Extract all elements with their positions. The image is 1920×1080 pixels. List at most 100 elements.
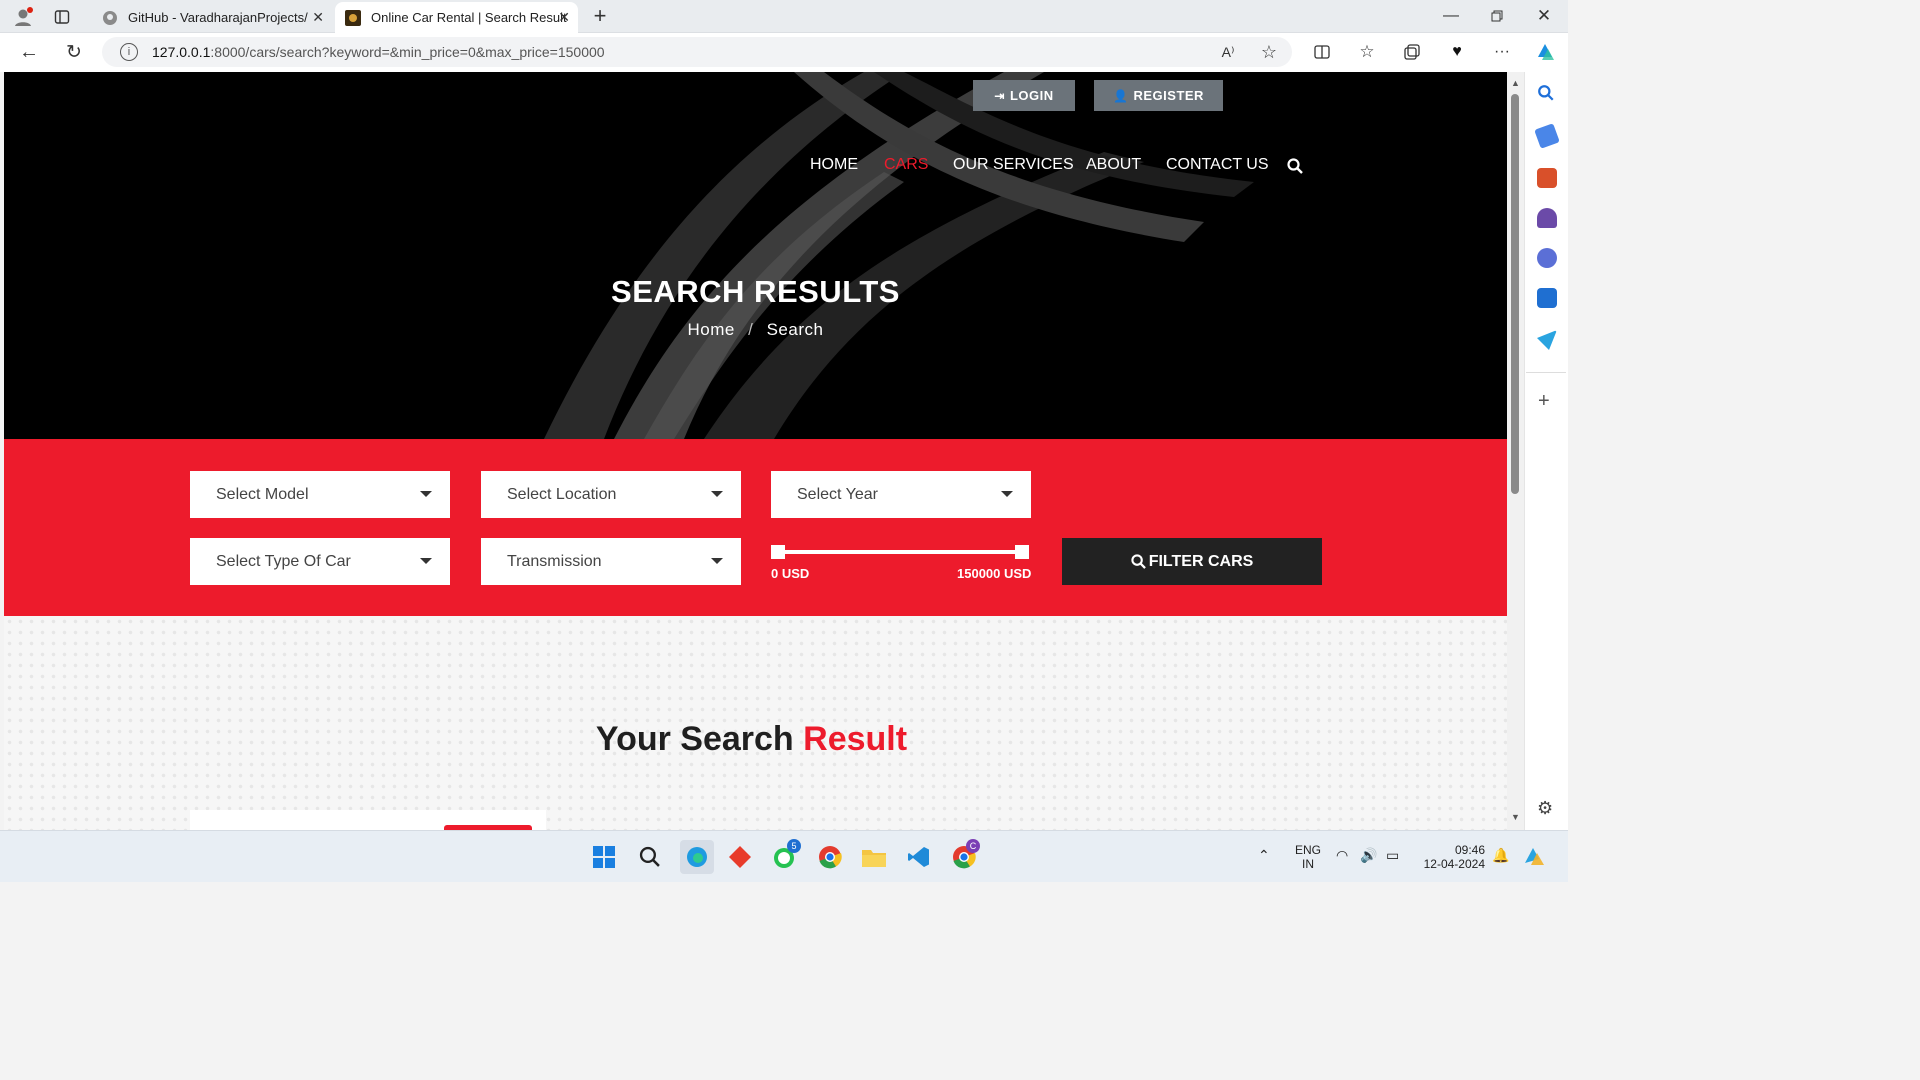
app-red-diamond-icon[interactable]	[726, 843, 754, 871]
chrome-profile-icon[interactable]: C	[950, 839, 980, 871]
price-max-label: 150000 USD	[957, 566, 1032, 581]
close-tab-icon[interactable]: ✕	[312, 9, 324, 26]
games-icon[interactable]	[1537, 208, 1557, 228]
search-icon[interactable]	[1287, 158, 1303, 179]
login-button[interactable]: ⇥ LOGIN	[973, 80, 1075, 111]
register-button[interactable]: 👤 REGISTER	[1094, 80, 1223, 111]
tab-actions-icon[interactable]	[50, 5, 74, 29]
select-location-dropdown[interactable]: Select Location	[481, 471, 741, 518]
copilot-taskbar-icon[interactable]	[1522, 845, 1546, 870]
nav-contact-us[interactable]: CONTACT US	[1166, 156, 1269, 174]
results-heading: Your Search Result	[0, 720, 1503, 759]
notifications-bell-icon[interactable]: 🔔	[1492, 847, 1509, 864]
nav-home[interactable]: HOME	[810, 156, 858, 174]
site-info-icon[interactable]: i	[120, 43, 138, 61]
caret-down-icon	[1001, 491, 1013, 497]
browser-sidebar: + ⚙	[1524, 72, 1568, 830]
back-icon[interactable]: ←	[16, 40, 42, 64]
register-label: REGISTER	[1133, 88, 1204, 103]
scrollbar-thumb[interactable]	[1511, 94, 1519, 494]
windows-taskbar: 5 C ⌃ ENG IN ◠ 🔊 ▭ 09:46 12-04-2024 🔔	[0, 830, 1568, 882]
filter-cars-button[interactable]: FILTER CARS	[1062, 538, 1322, 585]
send-icon[interactable]	[1537, 330, 1557, 350]
new-tab-icon[interactable]: +	[588, 3, 612, 28]
wifi-icon[interactable]: ◠	[1336, 847, 1348, 864]
chrome-profile-badge: C	[966, 839, 980, 853]
browser-essentials-icon[interactable]: ♥	[1445, 41, 1469, 63]
caret-down-icon	[711, 491, 723, 497]
favorites-icon[interactable]: ☆	[1355, 41, 1379, 63]
more-options-icon[interactable]: ···	[1490, 41, 1514, 63]
battery-icon[interactable]: ▭	[1386, 847, 1399, 864]
language-code: ENG	[1294, 843, 1321, 857]
outlook-icon[interactable]	[1537, 288, 1557, 308]
sign-in-icon: ⇥	[994, 88, 1005, 103]
split-screen-icon[interactable]	[1310, 41, 1334, 63]
close-window-icon[interactable]: ✕	[1531, 4, 1557, 28]
vscode-icon[interactable]	[905, 843, 933, 871]
select-car-type-value: Select Type Of Car	[216, 552, 351, 570]
scroll-down-icon[interactable]: ▼	[1511, 812, 1520, 822]
tab-github[interactable]: GitHub - VaradharajanProjects/N ✕	[92, 2, 332, 33]
tab-car-rental[interactable]: Online Car Rental | Search Result ✕	[335, 2, 578, 33]
url-field[interactable]: i 127.0.0.1:8000/cars/search?keyword=&mi…	[102, 37, 1292, 67]
language-region: IN	[1302, 857, 1314, 871]
breadcrumb-current: Search	[766, 320, 824, 339]
nav-cars[interactable]: CARS	[884, 156, 928, 174]
select-model-dropdown[interactable]: Select Model	[190, 471, 450, 518]
url-path: :8000/cars/search?keyword=&min_price=0&m…	[210, 44, 605, 60]
results-heading-part1: Your Search	[595, 720, 794, 758]
taskbar-search-icon[interactable]	[636, 843, 664, 871]
price-min-handle[interactable]	[771, 545, 785, 559]
profile-icon[interactable]	[10, 4, 36, 30]
page-scrollbar[interactable]: ▲ ▼	[1507, 72, 1524, 830]
breadcrumb-separator: /	[748, 320, 754, 339]
caret-down-icon	[711, 558, 723, 564]
price-range-slider[interactable]	[771, 550, 1023, 554]
hero-background-image	[544, 72, 1254, 439]
price-max-handle[interactable]	[1015, 545, 1029, 559]
whatsapp-icon[interactable]: 5	[771, 839, 801, 871]
clock[interactable]: 09:46 12-04-2024	[1415, 843, 1485, 871]
tab-title: GitHub - VaradharajanProjects/N	[128, 10, 308, 25]
volume-icon[interactable]: 🔊	[1360, 847, 1377, 864]
chrome-icon[interactable]	[816, 843, 844, 871]
shopping-tag-icon[interactable]	[1534, 123, 1560, 149]
hero-banner: ⇥ LOGIN 👤 REGISTER HOME CARS OUR SERVICES …	[4, 72, 1507, 439]
scroll-up-icon[interactable]: ▲	[1511, 78, 1520, 88]
tools-icon[interactable]	[1537, 168, 1557, 188]
file-explorer-icon[interactable]	[860, 843, 888, 871]
user-plus-icon: 👤	[1113, 88, 1129, 103]
settings-gear-icon[interactable]: ⚙	[1537, 798, 1553, 819]
select-year-dropdown[interactable]: Select Year	[771, 471, 1031, 518]
sidebar-divider	[1526, 372, 1566, 373]
refresh-icon[interactable]: ↻	[61, 40, 87, 64]
nav-about[interactable]: ABOUT	[1086, 156, 1141, 174]
whatsapp-badge: 5	[787, 839, 801, 853]
transmission-value: Transmission	[507, 552, 602, 570]
sidebar-search-icon[interactable]	[1537, 84, 1557, 104]
microsoft-365-icon[interactable]	[1537, 248, 1557, 268]
close-tab-icon[interactable]: ✕	[558, 9, 570, 26]
language-indicator[interactable]: ENG IN	[1292, 843, 1324, 871]
select-car-type-dropdown[interactable]: Select Type Of Car	[190, 538, 450, 585]
nav-our-services[interactable]: OUR SERVICES	[953, 156, 1074, 174]
read-aloud-icon[interactable]: A⁾	[1216, 41, 1240, 63]
minimize-icon[interactable]: —	[1438, 4, 1464, 28]
collections-icon[interactable]	[1400, 41, 1424, 63]
favorite-star-icon[interactable]: ☆	[1257, 41, 1281, 63]
select-year-value: Select Year	[797, 485, 878, 503]
transmission-dropdown[interactable]: Transmission	[481, 538, 741, 585]
price-min-label: 0 USD	[771, 566, 810, 581]
github-icon	[103, 10, 117, 25]
filter-cars-label: FILTER CARS	[1148, 552, 1254, 570]
show-hidden-icons-icon[interactable]: ⌃	[1258, 847, 1270, 864]
caret-down-icon	[420, 491, 432, 497]
add-icon[interactable]: +	[1538, 390, 1550, 413]
breadcrumb-home[interactable]: Home	[688, 320, 735, 339]
copilot-icon[interactable]	[1532, 39, 1558, 65]
restore-icon[interactable]	[1484, 4, 1510, 28]
login-label: LOGIN	[1009, 88, 1054, 103]
windows-start-icon[interactable]	[590, 843, 618, 871]
edge-browser-icon[interactable]	[680, 840, 714, 874]
